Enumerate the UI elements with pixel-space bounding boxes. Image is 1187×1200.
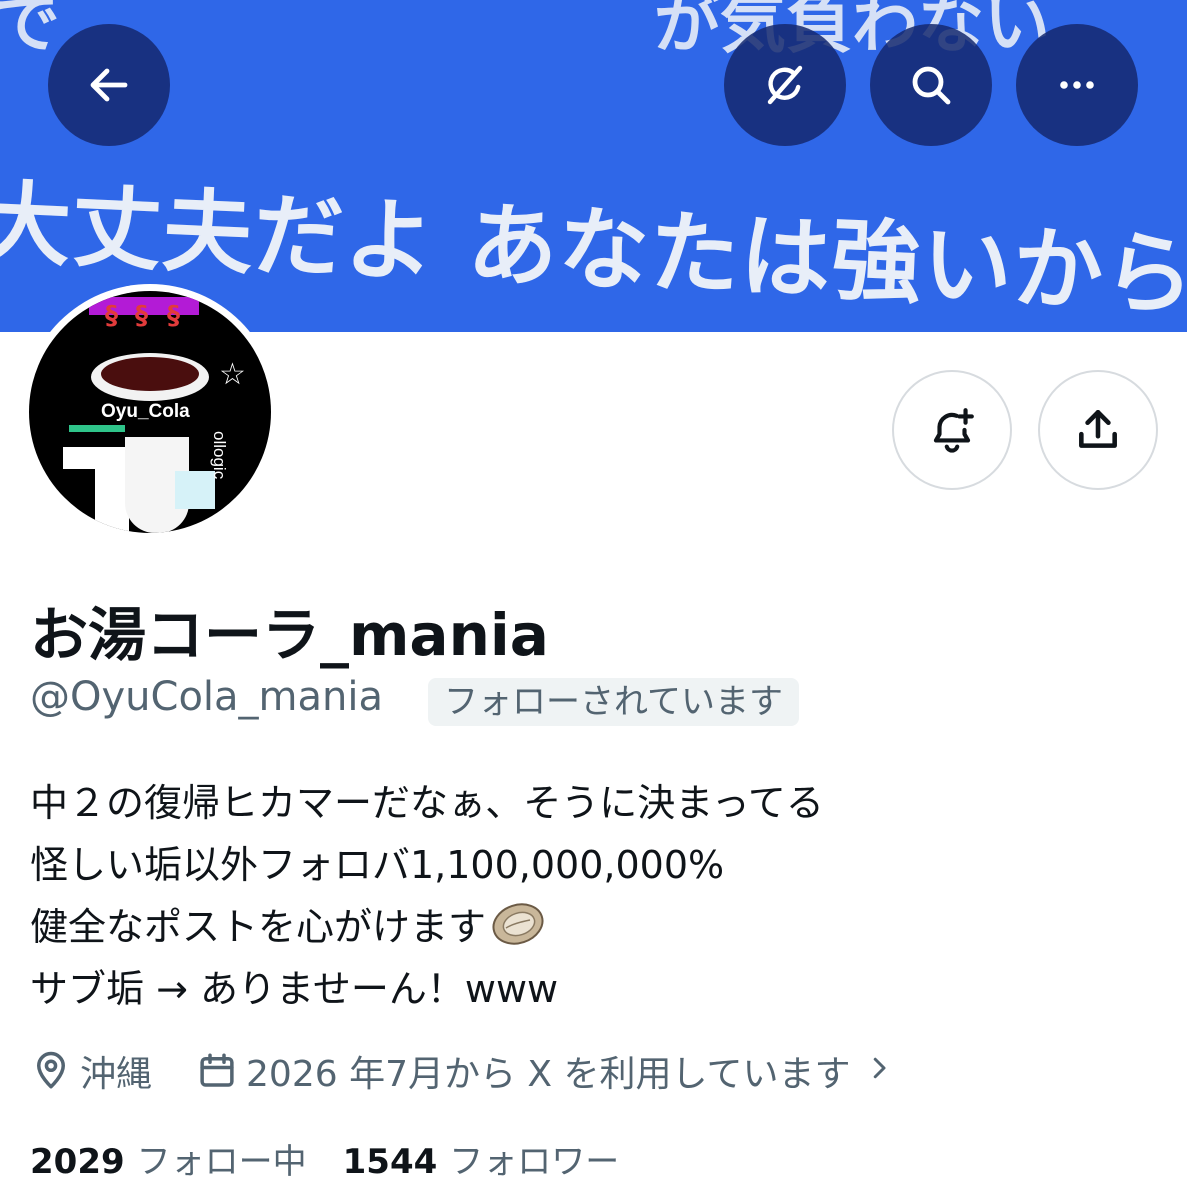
- steam-icon: §: [135, 301, 148, 331]
- pentagram-icon: ☆: [219, 357, 246, 392]
- notifications-button[interactable]: [892, 370, 1012, 490]
- joined-date-link[interactable]: 2026 年7月から X を利用しています: [196, 1045, 902, 1097]
- bio-line: 健全なポストを心がけます: [30, 896, 824, 958]
- bell-plus-icon: [933, 408, 974, 453]
- more-horizontal-icon: [1060, 81, 1094, 89]
- search-button[interactable]: [870, 24, 992, 146]
- bio-line-text: 健全なポストを心がけます: [30, 905, 487, 949]
- user-handle: @OyuCola_mania: [30, 674, 383, 720]
- chevron-right-icon: [864, 1051, 902, 1092]
- avatar-white-block: [95, 461, 129, 531]
- profile-bio: 中２の復帰ヒカマーだなぁ、そうに決まってる 怪しい垢以外フォロバ1,100,00…: [30, 772, 824, 1020]
- profile-stats: 2029 フォロー中 1544 フォロワー: [30, 1134, 619, 1182]
- avatar-image: § § § ☆ Oyu_Cola ollogic: [29, 291, 271, 533]
- following-link[interactable]: 2029 フォロー中: [30, 1134, 307, 1183]
- steam-icon: §: [167, 301, 180, 331]
- bio-line: 中２の復帰ヒカマーだなぁ、そうに決まってる: [30, 781, 824, 825]
- followers-label: フォロワー: [449, 1141, 620, 1182]
- avatar-cola: [101, 357, 199, 391]
- calendar-icon: [200, 1053, 234, 1087]
- more-button[interactable]: [1016, 24, 1138, 146]
- joined-text: 2026 年7月から X を利用しています: [246, 1054, 851, 1095]
- location-pin-icon: [37, 1051, 65, 1089]
- share-button[interactable]: [1038, 370, 1158, 490]
- back-button[interactable]: [48, 24, 170, 146]
- following-count: 2029: [30, 1141, 125, 1182]
- avatar-green-bar: [69, 425, 125, 432]
- following-label: フォロー中: [136, 1141, 307, 1182]
- avatar-side-text: ollogic: [210, 431, 229, 480]
- followers-count: 1544: [342, 1141, 438, 1182]
- share-upload-icon: [1079, 410, 1117, 448]
- arrow-left-icon: [90, 68, 128, 102]
- display-name: お湯コーラ_mania: [30, 601, 549, 669]
- oyster-emoji-icon: [492, 903, 544, 945]
- steam-icon: §: [105, 301, 118, 331]
- follows-you-badge: フォローされています: [428, 678, 799, 726]
- avatar-label: Oyu_Cola: [101, 401, 190, 422]
- followers-link[interactable]: 1544 フォロワー: [343, 1134, 620, 1183]
- search-icon: [912, 66, 951, 105]
- bio-line: サブ垢 → ありませーん！www: [30, 967, 559, 1011]
- grok-icon: [767, 65, 803, 105]
- grok-button[interactable]: [724, 24, 846, 146]
- profile-avatar[interactable]: § § § ☆ Oyu_Cola ollogic: [22, 284, 278, 540]
- profile-banner[interactable]: で が気負わない 大丈夫だよ あなたは強いから: [0, 0, 1187, 332]
- bio-line: 怪しい垢以外フォロバ1,100,000,000%: [30, 843, 725, 887]
- location-text: 沖縄: [80, 1054, 153, 1095]
- profile-meta: 沖縄 2026 年7月から X を利用しています: [30, 1046, 902, 1096]
